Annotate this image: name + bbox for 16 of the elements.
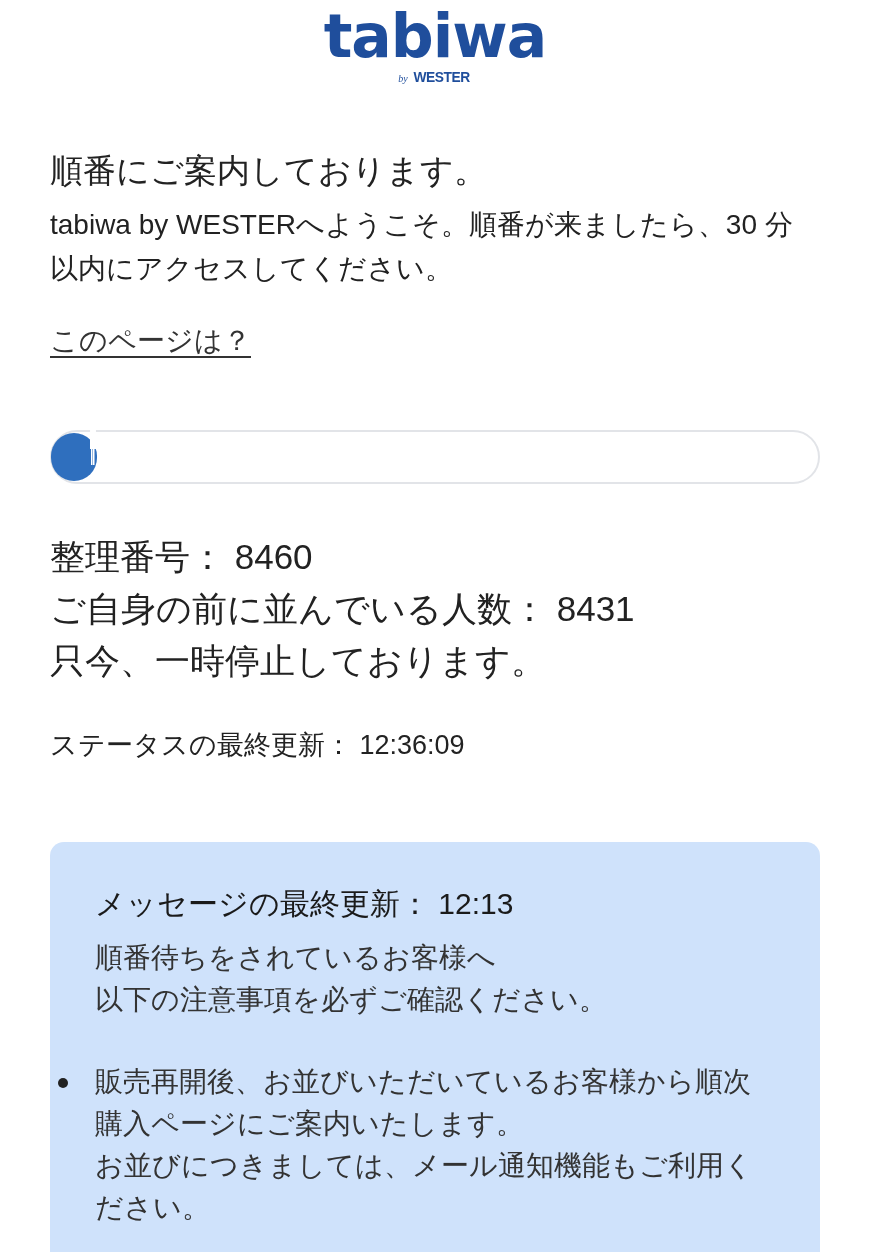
- intro-text: tabiwa by WESTERへようこそ。順番が来ましたら、30 分以内にアクセスしてください。: [50, 208, 794, 286]
- message-updated-text: メッセージの最終更新： 12:13: [95, 886, 515, 922]
- help-link[interactable]: このページは？: [50, 323, 251, 359]
- note-text: お並びにつきましては、メール通知機能もご利用ください。: [95, 1149, 754, 1225]
- status-updated-text: ステータスの最終更新： 12:36:09: [50, 729, 466, 762]
- greeting-text: 順番待ちをされているお客様へ: [95, 941, 497, 975]
- logo-by: by: [398, 73, 408, 84]
- bullet-icon: [58, 1078, 68, 1088]
- ticket-info-text: 只今、一時停止しております。: [50, 640, 547, 682]
- logo-wordmark: tabiwa: [323, 4, 547, 68]
- page-heading: 順番にご案内しております。: [50, 151, 488, 191]
- greeting-text: 以下の注意事項を必ずご確認ください。: [95, 983, 608, 1017]
- note-text: 販売再開後、お並びいただいているお客様から順次購入ページにご案内いたします。: [95, 1065, 752, 1141]
- ticket-info-text: ご自身の前に並んでいる人数： 8431: [50, 588, 636, 630]
- logo-brand: WESTER: [413, 68, 470, 85]
- ticket-info-text: 整理番号： 8460: [50, 536, 314, 578]
